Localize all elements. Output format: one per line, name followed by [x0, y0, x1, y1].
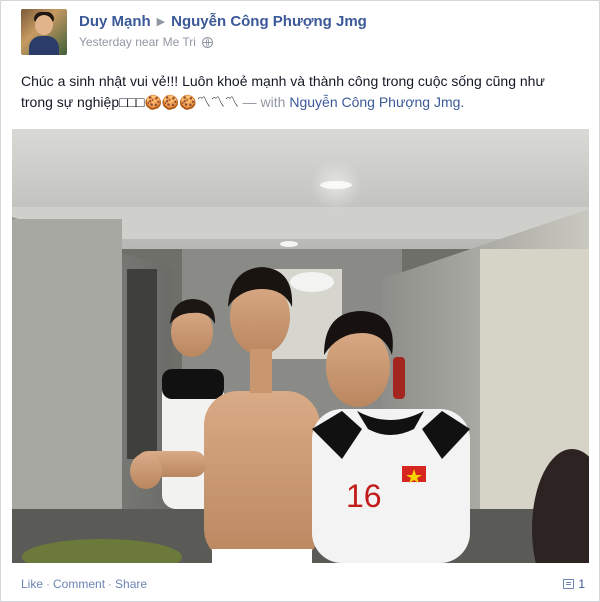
author-avatar[interactable]: [21, 9, 67, 55]
post-actions: Like · Comment · Share 1: [21, 577, 585, 595]
post-photo[interactable]: 16: [12, 129, 589, 563]
share-button[interactable]: Share: [115, 577, 147, 591]
globe-icon[interactable]: [202, 37, 214, 48]
comment-count-link[interactable]: 1: [563, 577, 585, 591]
message-line-2: trong sự nghiệp□□□🍪🍪🍪〽〽〽: [21, 94, 239, 110]
post-header: Duy Mạnh ▶ Nguyễn Công Phượng Jmg Yesterda…: [21, 9, 587, 55]
post-names: Duy Mạnh ▶ Nguyễn Công Phượng Jmg: [79, 13, 367, 30]
action-separator: ·: [108, 577, 113, 591]
post-meta: Yesterday near Me Tri: [79, 35, 214, 49]
comment-icon: [563, 579, 575, 589]
post-timestamp[interactable]: Yesterday near Me Tri: [79, 35, 196, 49]
photo-illustration: 16: [12, 129, 589, 563]
comment-count-value: 1: [578, 577, 585, 591]
comment-button[interactable]: Comment: [53, 577, 105, 591]
with-friend-link[interactable]: Nguyễn Công Phượng Jmg.: [289, 94, 464, 110]
post-message: Chúc a sinh nhật vui vẻ!!! Luôn khoẻ mạn…: [21, 71, 581, 113]
with-prefix: — with: [238, 94, 290, 110]
message-line-1: Chúc a sinh nhật vui vẻ!!! Luôn khoẻ mạn…: [21, 73, 545, 89]
arrow-right-icon: ▶: [156, 16, 166, 28]
avatar-face: [35, 15, 53, 35]
action-separator: ·: [46, 577, 51, 591]
author-name-link[interactable]: Duy Mạnh: [79, 13, 151, 30]
tagged-profile-link[interactable]: Nguyễn Công Phượng Jmg: [171, 13, 367, 30]
post-card: Duy Mạnh ▶ Nguyễn Công Phượng Jmg Yesterda…: [0, 0, 600, 602]
avatar-body: [29, 36, 59, 55]
jersey-number: 16: [346, 478, 382, 514]
like-button[interactable]: Like: [21, 577, 43, 591]
